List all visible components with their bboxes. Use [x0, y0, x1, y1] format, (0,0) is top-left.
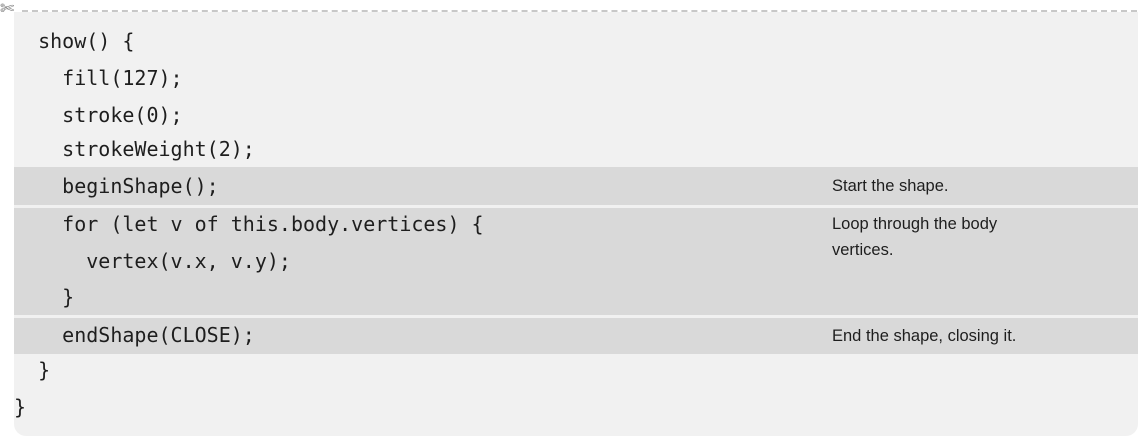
code-listing: show() { fill(127); stroke(0); strokeWei…: [14, 12, 1138, 436]
code-line: show() {: [14, 29, 135, 53]
code-line: endShape(CLOSE);: [14, 323, 255, 347]
scissors-icon: ✄: [0, 0, 15, 19]
code-line: }: [14, 285, 75, 309]
annotation-end-shape: End the shape, closing it.: [832, 327, 1017, 345]
code-line: fill(127);: [14, 66, 183, 90]
annotation-loop-vertices: Loop through the body vertices.: [832, 215, 998, 259]
code-line: vertex(v.x, v.y);: [14, 249, 291, 273]
code-line: }: [14, 395, 27, 419]
code-line: stroke(0);: [14, 103, 183, 127]
annotation-start-shape: Start the shape.: [832, 177, 949, 195]
code-line: beginShape();: [14, 174, 219, 198]
code-line: strokeWeight(2);: [14, 137, 255, 161]
code-line: }: [14, 358, 51, 382]
code-line: for (let v of this.body.vertices) {: [14, 212, 484, 236]
